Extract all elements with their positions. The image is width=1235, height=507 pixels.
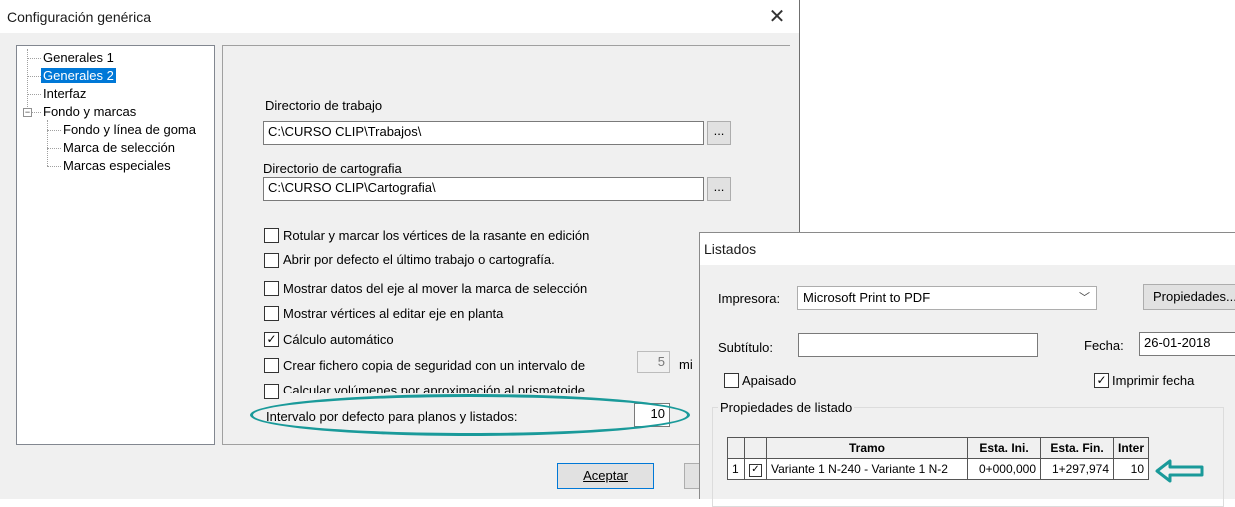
- tree-item-fondo-linea-goma[interactable]: Fondo y línea de goma: [63, 121, 196, 138]
- date-input[interactable]: 26-01-2018: [1139, 332, 1235, 356]
- row-esta-fin[interactable]: 1+297,974: [1040, 458, 1114, 480]
- printer-label: Impresora:: [718, 291, 781, 306]
- col-inter[interactable]: Inter: [1112, 437, 1150, 459]
- listados-title-bar: Listados: [700, 233, 1235, 265]
- chevron-down-icon: ﹀: [1079, 292, 1090, 304]
- row-inter[interactable]: 10: [1112, 458, 1150, 480]
- backup-interval-input[interactable]: 5: [637, 351, 670, 373]
- tramos-table[interactable]: Tramo Esta. Ini. Esta. Fin. Inter 1 ✓ Va…: [727, 437, 1150, 480]
- option-abrir-checkbox[interactable]: [264, 253, 279, 268]
- option-backup-checkbox[interactable]: [264, 358, 279, 373]
- date-label: Fecha:: [1084, 338, 1124, 353]
- col-num: [727, 437, 745, 459]
- row-tramo[interactable]: Variante 1 N-240 - Variante 1 N-2: [766, 458, 968, 480]
- option-calculo-checkbox[interactable]: ✓: [264, 332, 279, 347]
- list-properties-label: Propiedades de listado: [718, 400, 855, 415]
- title-bar: Configuración genérica ✕: [0, 0, 799, 33]
- row-checkbox[interactable]: ✓: [744, 458, 767, 480]
- arrow-left-icon: [1155, 459, 1204, 483]
- col-esta-fin[interactable]: Esta. Fin.: [1040, 437, 1114, 459]
- option-backup-label: Crear fichero copia de seguridad con un …: [283, 358, 586, 373]
- carto-dir-input[interactable]: C:\CURSO CLIP\Cartografia\: [263, 177, 704, 201]
- option-rotular-label: Rotular y marcar los vértices de la rasa…: [283, 228, 590, 243]
- tree-item-interfaz[interactable]: Interfaz: [43, 85, 86, 102]
- subtitle-label: Subtítulo:: [718, 340, 773, 355]
- carto-dir-label: Directorio de cartografia: [263, 161, 402, 176]
- configuracion-generica-dialog: Configuración genérica ✕ − Generales 1 G…: [0, 0, 800, 499]
- option-volumenes-label: Calcular volúmenes por aproximación al p…: [283, 383, 586, 393]
- dialog-title: Configuración genérica: [7, 9, 151, 25]
- option-calculo-label: Cálculo automático: [283, 332, 394, 347]
- close-icon[interactable]: ✕: [765, 4, 789, 28]
- row-esta-ini[interactable]: 0+000,000: [967, 458, 1041, 480]
- properties-button[interactable]: Propiedades...: [1143, 284, 1235, 310]
- subtitle-input[interactable]: [798, 333, 1038, 357]
- print-date-checkbox[interactable]: ✓: [1094, 373, 1109, 388]
- option-mostrar-datos-checkbox[interactable]: [264, 281, 279, 296]
- accept-button[interactable]: Aceptar: [557, 463, 654, 489]
- option-mostrar-vertices-label: Mostrar vértices al editar eje en planta: [283, 306, 504, 321]
- option-rotular-checkbox[interactable]: [264, 228, 279, 243]
- landscape-label: Apaisado: [742, 373, 797, 388]
- option-volumenes-checkbox[interactable]: [264, 384, 279, 399]
- cancel-button[interactable]: [684, 463, 700, 489]
- listados-title: Listados: [704, 241, 757, 257]
- option-abrir-label: Abrir por defecto el último trabajo o ca…: [283, 252, 555, 267]
- tree-item-generales-1[interactable]: Generales 1: [43, 49, 114, 66]
- row-num: 1: [727, 458, 745, 480]
- work-dir-label: Directorio de trabajo: [265, 98, 383, 113]
- landscape-checkbox[interactable]: [724, 373, 739, 388]
- highlight-ellipse: [250, 394, 690, 436]
- option-mostrar-datos-label: Mostrar datos del eje al mover la marca …: [283, 281, 588, 296]
- option-mostrar-vertices-checkbox[interactable]: [264, 306, 279, 321]
- settings-tree[interactable]: − Generales 1 Generales 2 Interfaz Fondo…: [16, 45, 215, 445]
- backup-interval-unit: mi: [679, 357, 693, 372]
- table-row[interactable]: 1 ✓ Variante 1 N-240 - Variante 1 N-2 0+…: [727, 458, 1150, 480]
- tree-item-generales-2[interactable]: Generales 2: [41, 67, 116, 84]
- print-date-label: Imprimir fecha: [1112, 373, 1195, 388]
- collapse-icon[interactable]: −: [23, 108, 32, 117]
- col-esta-ini[interactable]: Esta. Ini.: [967, 437, 1041, 459]
- printer-select[interactable]: Microsoft Print to PDF ﹀: [797, 286, 1097, 310]
- tree-item-marcas-especiales[interactable]: Marcas especiales: [63, 157, 171, 174]
- work-dir-input[interactable]: C:\CURSO CLIP\Trabajos\: [263, 121, 704, 145]
- tree-item-marca-seleccion[interactable]: Marca de selección: [63, 139, 175, 156]
- tree-item-fondo-y-marcas[interactable]: Fondo y marcas: [43, 103, 136, 120]
- work-dir-browse-button[interactable]: ...: [707, 121, 731, 145]
- col-tramo[interactable]: Tramo: [766, 437, 968, 459]
- col-check: [744, 437, 767, 459]
- carto-dir-browse-button[interactable]: ...: [707, 177, 731, 201]
